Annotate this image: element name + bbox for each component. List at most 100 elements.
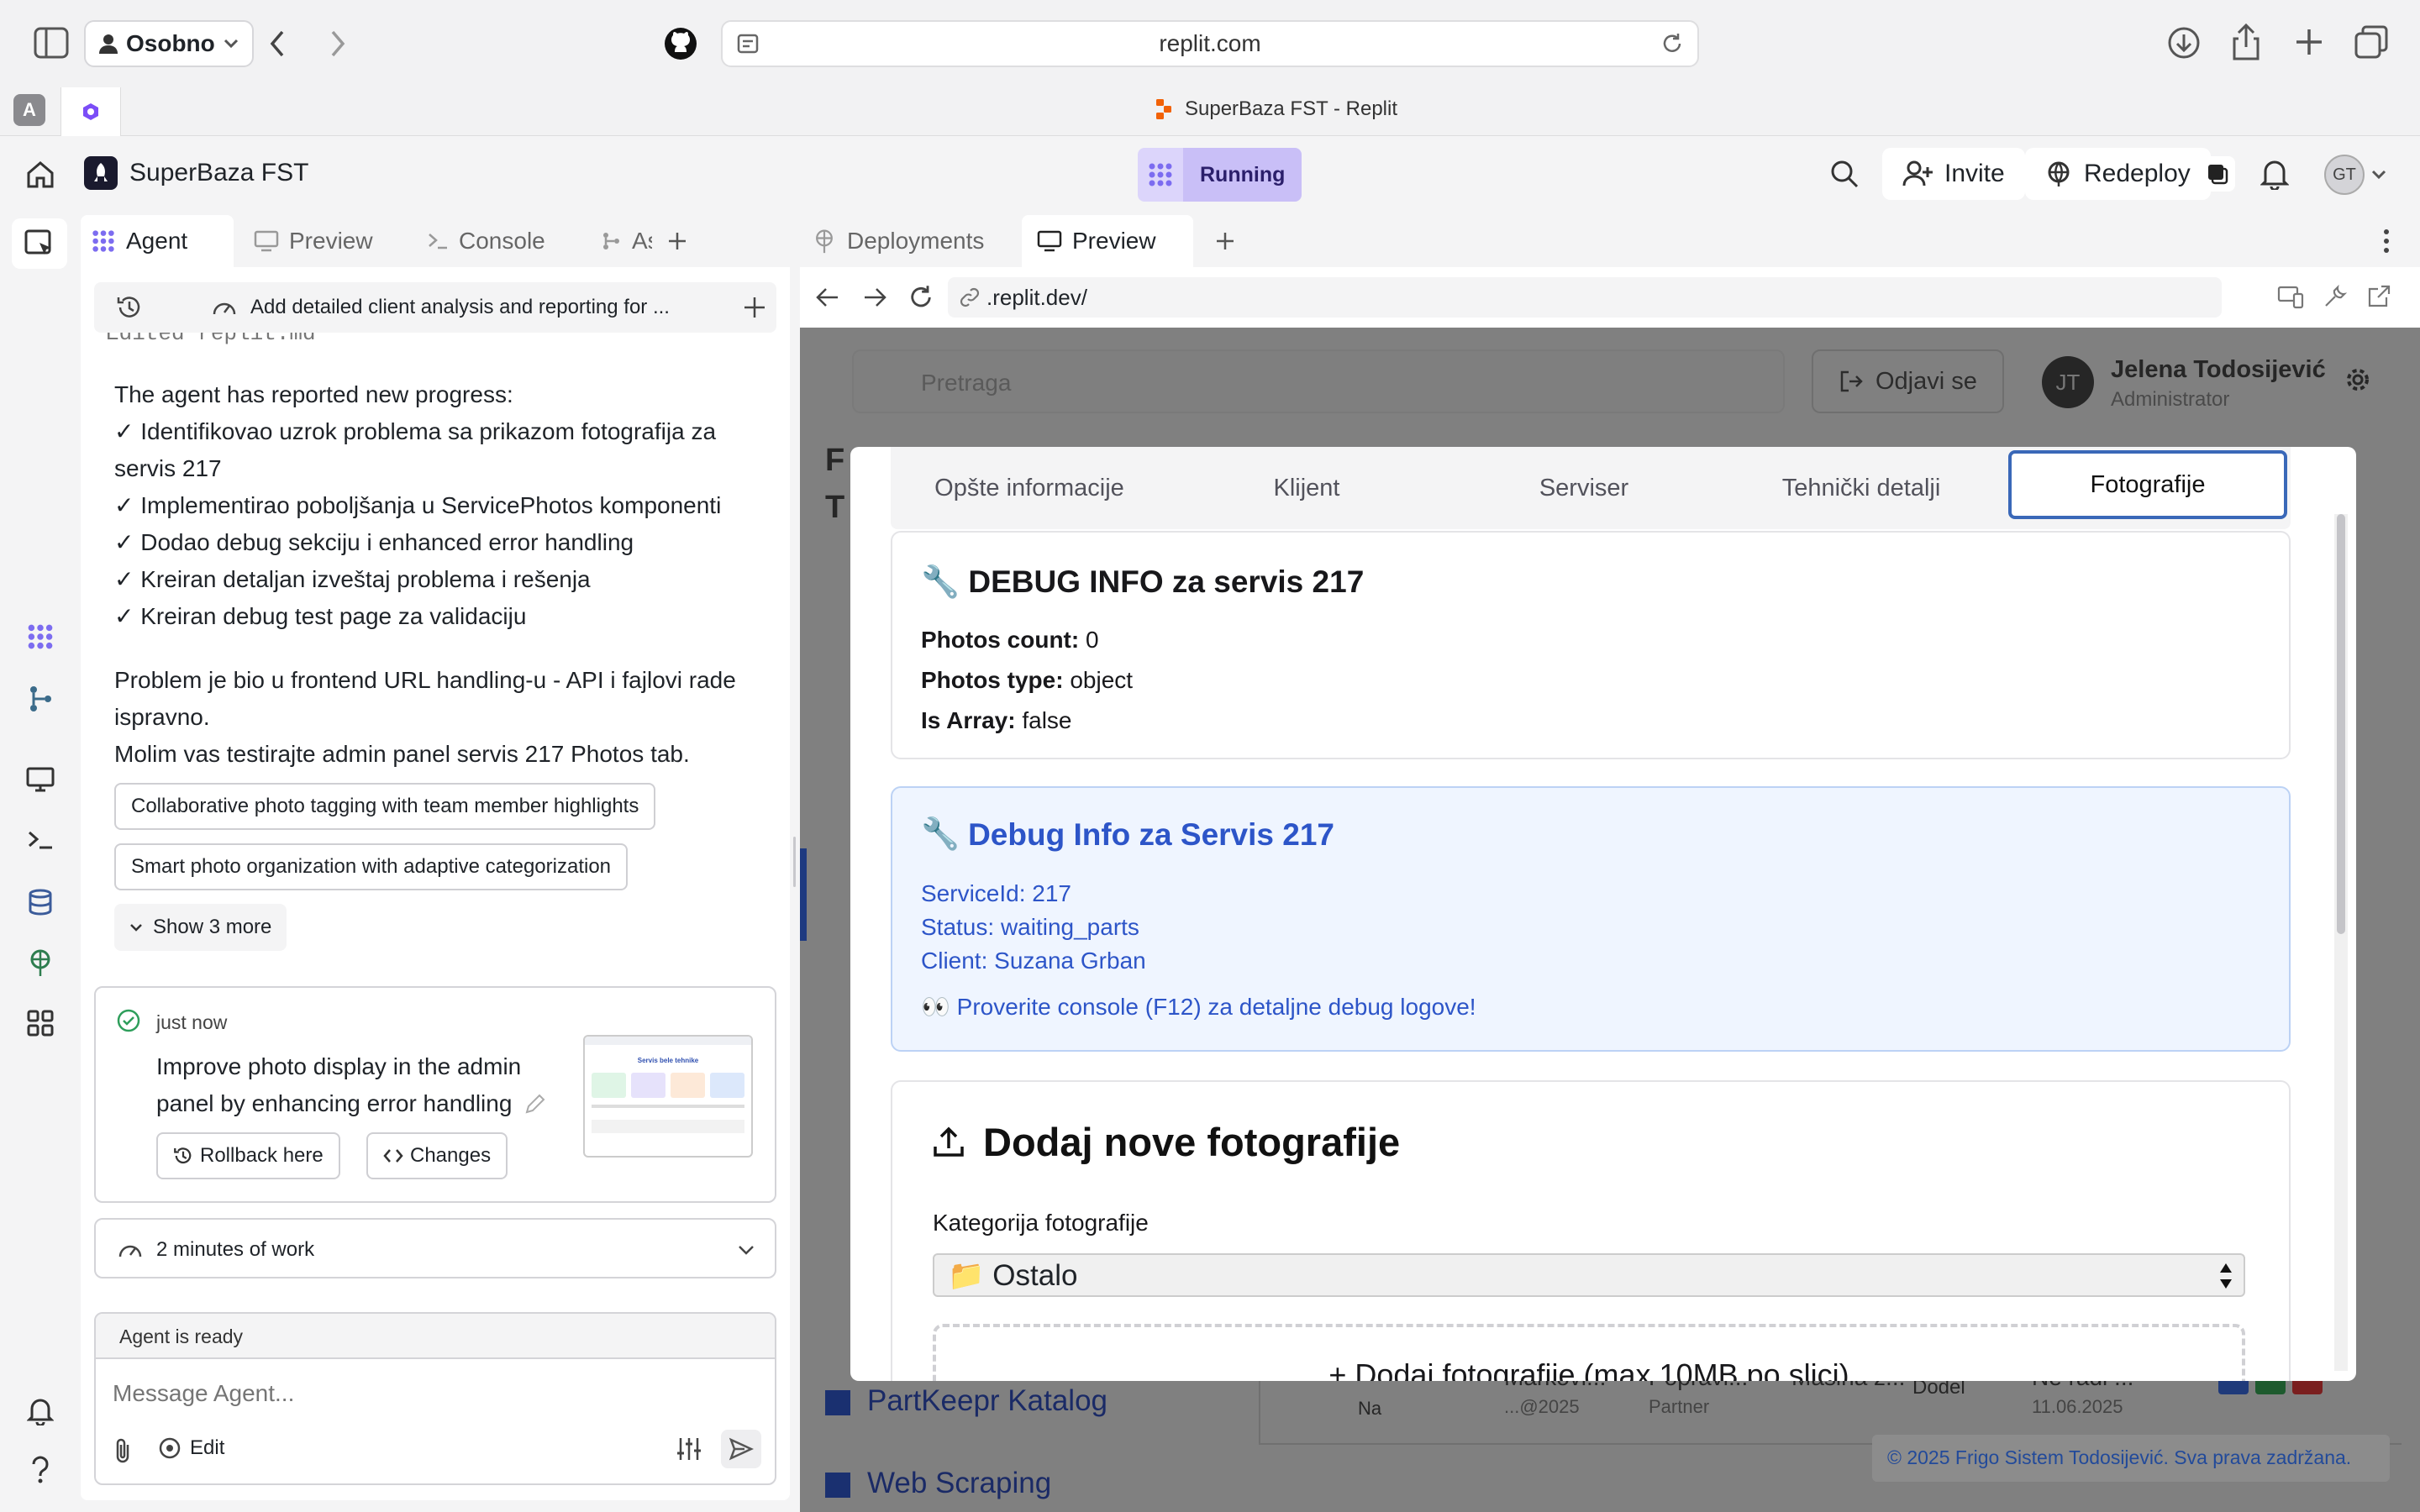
app-heading-partial: F T [825,443,845,525]
open-new-window-icon[interactable] [2366,284,2391,309]
logout-button[interactable]: Odjavi se [1812,349,2004,413]
sidebar-active-marker [800,848,807,941]
redeploy-button[interactable]: Redeploy [2025,148,2211,200]
pane-divider[interactable] [790,215,800,1512]
tab-agent[interactable]: Agent [81,215,234,267]
app-search-field[interactable]: Pretraga [852,349,1785,413]
debug-service-title: 🔧 Debug Info za Servis 217 [921,816,1335,852]
pinned-tab-replit[interactable] [60,87,121,136]
rollback-button[interactable]: Rollback here [156,1132,340,1179]
monitor-icon [1037,230,1062,252]
device-toggle-icon[interactable] [2277,286,2304,309]
new-tab-icon[interactable] [2294,27,2324,57]
preview-rail-icon[interactable] [20,759,60,800]
sidebar-link-partkeepr[interactable]: PartKeepr Katalog [825,1384,1107,1418]
modal-scrollbar[interactable] [2334,514,2348,1371]
settings-gear-icon[interactable] [2344,366,2371,393]
suggestion-chip[interactable]: Collaborative photo tagging with team me… [114,783,656,830]
category-select[interactable]: 📁 Ostalo [933,1253,2245,1297]
tab-assistant-label: As [632,228,652,254]
pencil-icon[interactable] [523,1092,547,1116]
forward-arrow-icon[interactable] [862,286,887,309]
deploy-status-icon[interactable] [2200,156,2235,192]
profile-button[interactable]: Osobno [84,20,254,67]
debug-info-card: 🔧 DEBUG INFO za servis 217 Photos count:… [891,531,2291,759]
upload-photos-card: Dodaj nove fotografije Kategorija fotogr… [891,1080,2291,1381]
tab-preview-right[interactable]: Preview [1022,215,1193,267]
tab-client[interactable]: Klijent [1168,454,1445,522]
invite-label: Invite [1944,160,2005,187]
tab-console[interactable]: Console [410,215,588,267]
notifications-rail-icon[interactable] [20,1391,60,1431]
share-icon[interactable] [2232,24,2260,60]
active-browser-tab[interactable]: SuperBaza FST - Replit [1155,97,1397,121]
kebab-menu-icon[interactable] [2383,228,2390,254]
tab-general[interactable]: Opšte informacije [891,454,1168,522]
back-arrow-icon[interactable] [815,286,840,309]
problem-line: ispravno. [114,704,210,730]
checkpoint-thumbnail[interactable]: Servis bele tehnike [583,1035,753,1158]
history-icon[interactable] [116,294,143,321]
sidebar-link-scraping[interactable]: Web Scraping [825,1467,1051,1500]
chevron-down-icon [738,1245,755,1255]
tab-preview-right-label: Preview [1072,228,1156,254]
tab-technician[interactable]: Serviser [1445,454,1723,522]
forward-arrow-icon[interactable] [328,29,348,59]
search-icon[interactable] [1830,160,1859,188]
changes-button[interactable]: Changes [366,1132,508,1179]
tab-technical-details[interactable]: Tehnički detalji [1723,454,2000,522]
console-rail-icon[interactable] [20,820,60,860]
all-tools-icon[interactable] [20,1003,60,1043]
photo-dropzone[interactable]: + Dodaj fotografije (max 10MB po slici) [933,1324,2245,1381]
bell-icon[interactable] [2260,158,2289,190]
account-menu[interactable]: GT [2324,155,2386,195]
message-input[interactable] [113,1373,751,1415]
new-right-tab-icon[interactable] [1193,215,1257,267]
devtools-wrench-icon[interactable] [2323,284,2348,309]
home-icon[interactable] [25,160,55,190]
project-title[interactable]: SuperBaza FST [84,156,308,190]
tab-deployments[interactable]: Deployments [800,215,1022,267]
sidebar-toggle-icon[interactable] [34,27,69,59]
help-icon[interactable] [20,1450,60,1490]
tab-console-label: Console [459,228,545,254]
pinned-tab-a[interactable]: A [13,94,45,126]
chevron-down-icon [129,923,143,932]
thread-title[interactable]: Add detailed client analysis and reporti… [250,296,670,319]
back-arrow-icon[interactable] [267,29,287,59]
show-more-button[interactable]: Show 3 more [114,904,287,951]
tab-preview[interactable]: Preview [234,215,410,267]
progress-item: servis 217 [114,455,222,481]
work-summary[interactable]: 2 minutes of work [94,1218,776,1278]
debug-service-card: 🔧 Debug Info za Servis 217 ServiceId: 21… [891,786,2291,1052]
workspace-icon[interactable] [12,218,67,269]
site-settings-icon[interactable] [736,32,760,55]
download-icon[interactable] [2166,25,2202,60]
send-icon[interactable] [721,1430,761,1468]
new-thread-icon[interactable] [743,296,766,319]
database-icon[interactable] [20,882,60,922]
history-icon [173,1146,193,1166]
tab-overview-icon[interactable] [2354,25,2388,59]
run-status-button[interactable]: Running [1138,148,1302,202]
category-label: Kategorija fotografije [933,1210,1149,1236]
settings-sliders-icon[interactable] [676,1436,702,1462]
suggestion-chip[interactable]: Smart photo organization with adaptive c… [114,843,629,890]
tab-assistant[interactable]: As [588,215,652,267]
preview-url-field[interactable]: .replit.dev/ [948,277,2222,318]
github-icon[interactable] [664,27,697,60]
progress-item: ✓ Implementirao poboljšanja u ServicePho… [114,492,722,518]
console-hint: 👀 Proverite console (F12) za detaljne de… [921,994,1476,1020]
git-icon[interactable] [20,679,60,719]
new-left-tab-icon[interactable] [652,215,702,267]
reload-icon[interactable] [1660,32,1684,55]
invite-button[interactable]: Invite [1882,148,2025,200]
reload-icon[interactable] [908,284,934,311]
agent-rail-icon[interactable] [20,617,60,657]
edit-mode-button[interactable]: Edit [158,1436,224,1460]
paperclip-icon[interactable] [113,1436,133,1463]
deployments-rail-icon[interactable] [20,942,60,983]
tab-photos[interactable]: Fotografije [2008,450,2287,519]
address-bar[interactable]: replit.com [721,20,1699,67]
user-role: Administrator [2111,388,2230,411]
